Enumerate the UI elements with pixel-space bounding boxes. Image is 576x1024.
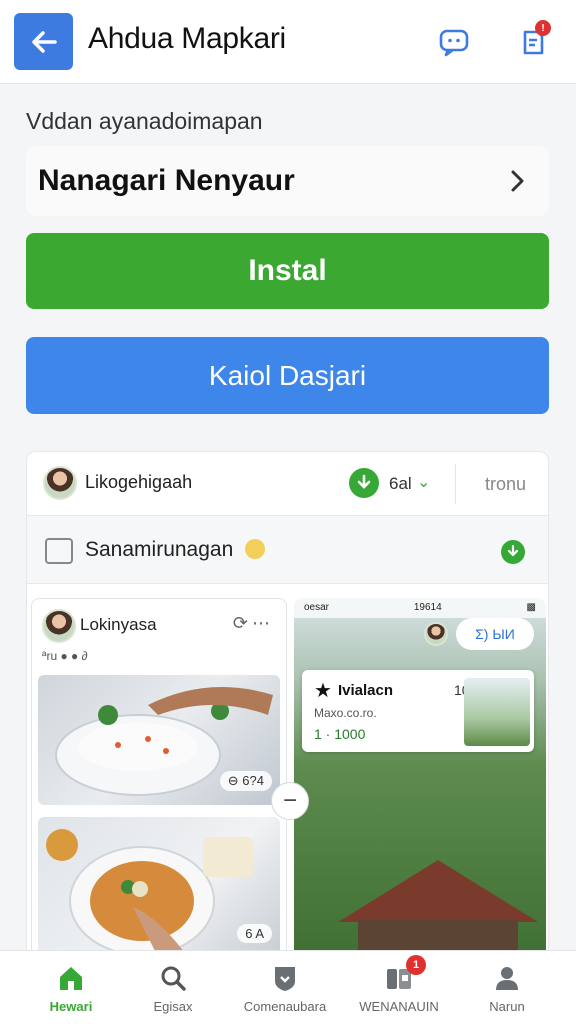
post-card-place[interactable]: oesar 19614 ▩ Ʃ) ЫИ ★ Ivialacn 1062 Maxo…: [294, 598, 546, 960]
food-photo-noodles[interactable]: 6 A: [38, 817, 280, 957]
nav-label-community: Comenaubara: [243, 999, 327, 1014]
feed-header: Likogehigaah 6al ⌄ tronu: [27, 452, 548, 516]
nav-label-search: Egisax: [153, 999, 193, 1014]
nav-item-community[interactable]: Comenaubara: [230, 959, 340, 1014]
chevron-down-icon[interactable]: ⌄: [417, 472, 430, 492]
download-icon: [507, 545, 519, 557]
nav-item-profile[interactable]: Narun: [452, 959, 562, 1014]
arrow-left-icon: [31, 30, 57, 53]
feed-card: Likogehigaah 6al ⌄ tronu Sanamirunagan L…: [26, 451, 549, 961]
feed-subheader: Sanamirunagan: [27, 516, 548, 584]
house-roof-illustration: [338, 860, 538, 922]
palm-thumbnail: [464, 678, 530, 746]
status-bar: oesar 19614 ▩: [294, 598, 546, 618]
nav-item-store[interactable]: 1 WENANAUIN: [344, 955, 454, 1014]
person-icon: [492, 963, 522, 993]
post-username: Lokinyasa: [80, 615, 157, 634]
back-button[interactable]: [14, 13, 73, 70]
chat-icon: [439, 29, 469, 57]
avatar[interactable]: [42, 609, 76, 643]
notification-badge: !: [535, 20, 551, 36]
status-time: 19614: [413, 602, 442, 613]
shield-icon: [270, 963, 300, 993]
chat-button[interactable]: [436, 24, 472, 60]
store-icon: 1: [384, 955, 426, 993]
signal-icon: ▩: [526, 602, 536, 613]
notification-badge: 1: [406, 955, 426, 975]
calendar-icon: [45, 538, 73, 564]
feed-count: 6al: [389, 474, 412, 493]
download-small-button[interactable]: [501, 540, 525, 564]
food-photo-rice[interactable]: ⊖ 6?4: [38, 675, 280, 805]
place-description: Maxo.co.ro.: [314, 706, 377, 720]
action-pill[interactable]: Ʃ) ЫИ: [456, 618, 534, 650]
place-price: 1 · 1000: [314, 726, 366, 742]
photo-count: ⊖ 6?4: [219, 771, 272, 791]
feed-username: Likogehigaah: [85, 472, 193, 492]
nav-label-store: WENANAUIN: [359, 999, 439, 1014]
feed-sub-label: Sanamirunagan: [85, 538, 234, 561]
divider: [455, 464, 456, 504]
app-header: Ahdua Mapkari !: [0, 0, 576, 84]
download-icon: [357, 474, 371, 489]
region-selector[interactable]: Nanagari Nenyaur: [26, 146, 549, 216]
star-icon[interactable]: ★: [314, 678, 332, 703]
download-button[interactable]: [349, 468, 379, 498]
chevron-right-icon: [511, 170, 524, 192]
selector-label: Nanagari Nenyaur: [38, 164, 295, 197]
nav-item-search[interactable]: Egisax: [118, 959, 228, 1014]
document-button[interactable]: !: [515, 20, 551, 60]
nav-label-profile: Narun: [489, 999, 525, 1014]
secondary-button[interactable]: Kaiol Dasjari: [26, 337, 549, 414]
photo-count: 6 A: [237, 924, 272, 943]
nav-item-home[interactable]: Hewari: [16, 959, 126, 1014]
status-left: oesar: [304, 602, 330, 613]
avatar[interactable]: [43, 466, 77, 500]
avatar[interactable]: [424, 622, 448, 646]
page-title: Ahdua Mapkari: [88, 22, 286, 55]
feed-right-label[interactable]: tronu: [485, 474, 526, 495]
place-title: Ivialacn: [338, 682, 394, 699]
home-icon: [56, 963, 86, 993]
search-icon: [158, 963, 188, 993]
more-options-icon[interactable]: ⟳⋯: [233, 613, 274, 634]
section-subtitle: Vddan ayanadoimapan: [26, 108, 263, 134]
nav-label-home: Hewari: [49, 999, 93, 1014]
place-info-card[interactable]: ★ Ivialacn 1062 Maxo.co.ro. 1 · 1000: [302, 670, 534, 752]
post-card-food[interactable]: Lokinyasa ⟳⋯ ªru ● ● ∂ ⊖ 6?4 6 A: [31, 598, 287, 960]
smiley-icon: [245, 539, 265, 559]
post-caption: ªru ● ● ∂: [42, 649, 88, 663]
bottom-navigation: Hewari Egisax Comenaubara 1 WENANAUIN Na…: [0, 950, 576, 1024]
collapse-button[interactable]: −: [271, 782, 309, 820]
install-button[interactable]: Instal: [26, 233, 549, 309]
